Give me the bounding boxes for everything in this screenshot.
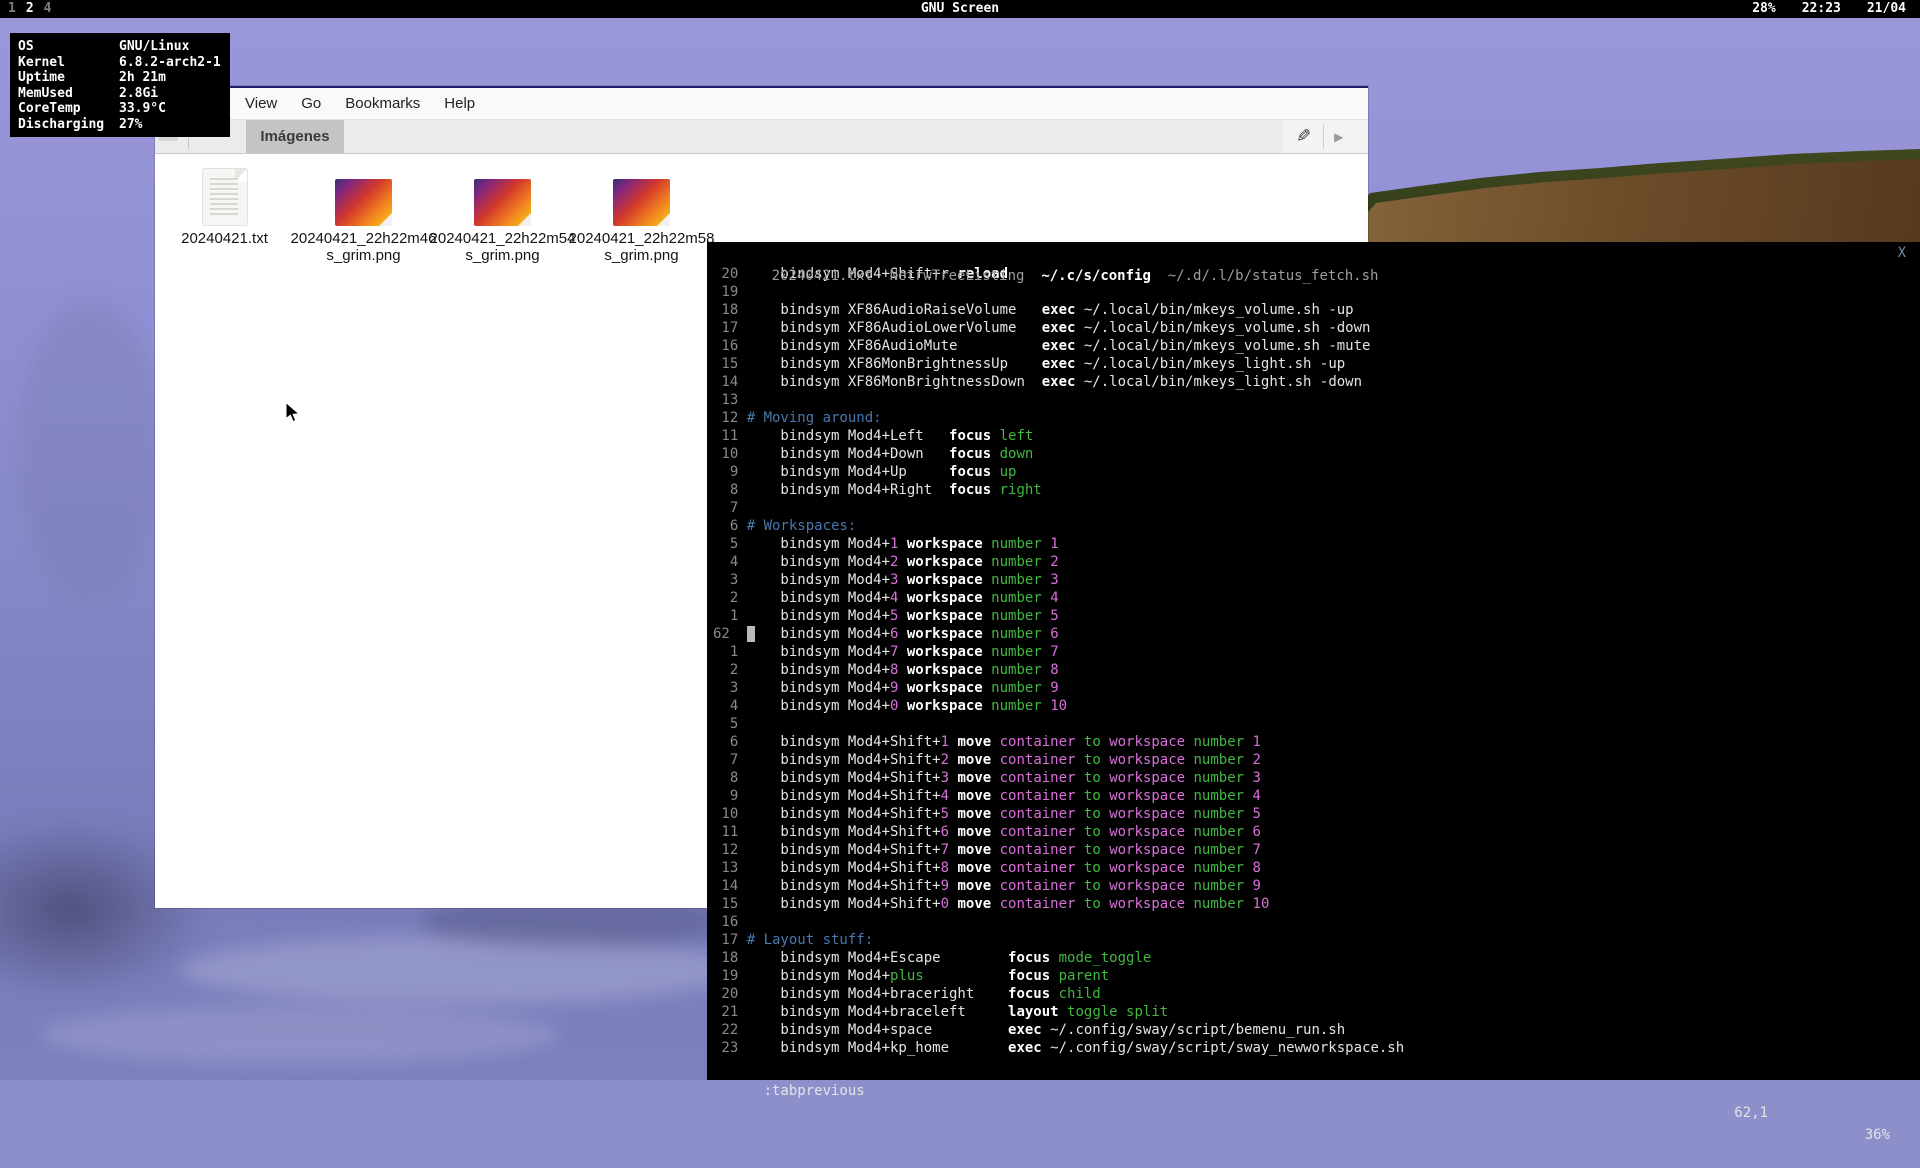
text-file-icon [202,166,248,226]
battery-percent: 28% [1752,0,1775,18]
cursor-position: 62,1 [1734,1102,1768,1124]
image-thumbnail-icon [474,166,531,226]
menu-item-view[interactable]: View [233,91,289,116]
tab-imagenes[interactable]: Imágenes [246,120,344,153]
terminal-line: 17 bindsym XF86AudioLowerVolume exec ~/.… [713,319,1920,337]
editor-buffer[interactable]: 20 bindsym Mod4+Shift+r reload 19 18 bin… [707,265,1920,1057]
terminal-line: 22 bindsym Mod4+space exec ~/.config/swa… [713,1021,1920,1039]
image-thumbnail-icon [335,166,392,226]
vim-last-command: :tabprevious [764,1083,865,1099]
file-name: 20240421_22h22m58s_grim.png [569,230,715,264]
terminal-line: 4 bindsym Mod4+0 workspace number 10 [713,697,1920,715]
terminal-line: 18 bindsym XF86AudioRaiseVolume exec ~/.… [713,301,1920,319]
file-name: 20240421_22h22m54s_grim.png [430,230,576,264]
menu-item-help[interactable]: Help [432,91,487,116]
menu-item-bookmarks[interactable]: Bookmarks [333,91,432,116]
vim-tabline: 20240421.txt NetrwTreeListing ~/.c/s/con… [707,242,1920,265]
terminal-line: 6 # Workspaces: [713,517,1920,535]
terminal-line: 4 bindsym Mod4+2 workspace number 2 [713,553,1920,571]
terminal-line: 5 bindsym Mod4+1 workspace number 1 [713,535,1920,553]
scroll-percent: 36% [1865,1124,1890,1146]
status-right: 28% 22:23 21/04 [1752,0,1920,18]
terminal-line: 16 [713,913,1920,931]
terminal-line: 14 bindsym XF86MonBrightnessDown exec ~/… [713,373,1920,391]
terminal-line: 12 # Moving around: [713,409,1920,427]
vim-tab-close-button[interactable]: X [1898,242,1906,265]
vim-tab[interactable]: NetrwTreeListing [890,268,1025,284]
sysinfo-row: MemUsed2.8Gi [10,86,230,102]
terminal-line: 1 bindsym Mod4+5 workspace number 5 [713,607,1920,625]
terminal-line: 15 bindsym Mod4+Shift+0 move container t… [713,895,1920,913]
terminal-line: 9 bindsym Mod4+Up focus up [713,463,1920,481]
sysinfo-row: Kernel6.8.2-arch2-1 [10,55,230,71]
terminal-line: 3 bindsym Mod4+3 workspace number 3 [713,571,1920,589]
terminal-line: 21 bindsym Mod4+braceleft layout toggle … [713,1003,1920,1021]
vim-tab[interactable]: 20240421.txt [772,268,873,284]
terminal-line: 8 bindsym Mod4+Right focus right [713,481,1920,499]
file-item[interactable]: 20240421_22h22m58s_grim.png [572,166,711,264]
wallpaper-water-streak [20,300,160,600]
file-name: 20240421_22h22m46s_grim.png [291,230,437,264]
terminal-line: 16 bindsym XF86AudioMute exec ~/.local/b… [713,337,1920,355]
terminal-line: 15 bindsym XF86MonBrightnessUp exec ~/.l… [713,355,1920,373]
wallpaper-water-streak [40,1005,560,1065]
terminal-line: 7 [713,499,1920,517]
tab-scroll-right-icon[interactable]: ▶ [1334,130,1343,144]
screen-status-bar: 124 GNU Screen 28% 22:23 21/04 [0,0,1920,18]
terminal-line: 23 bindsym Mod4+kp_home exec ~/.config/s… [713,1039,1920,1057]
terminal-line: 14 bindsym Mod4+Shift+9 move container t… [713,877,1920,895]
terminal-line: 10 bindsym Mod4+Shift+5 move container t… [713,805,1920,823]
file-name: 20240421.txt [181,230,268,247]
edit-path-icon[interactable]: ✎ [1296,126,1311,147]
menu-item-go[interactable]: Go [289,91,333,116]
terminal-window[interactable]: 20240421.txt NetrwTreeListing ~/.c/s/con… [707,242,1920,1080]
terminal-line: 62 bindsym Mod4+6 workspace number 6 [713,625,1920,643]
terminal-line: 8 bindsym Mod4+Shift+3 move container to… [713,769,1920,787]
terminal-line: 13 [713,391,1920,409]
terminal-line: 2 bindsym Mod4+4 workspace number 4 [713,589,1920,607]
vim-command-line: :tabprevious 62,1 36% [707,1058,1920,1080]
file-item[interactable]: 20240421.txt [155,166,294,264]
image-thumbnail-icon [613,166,670,226]
vim-tab[interactable]: ~/.d/.l/b/status_fetch.sh [1168,268,1379,284]
terminal-line: 11 bindsym Mod4+Left focus left [713,427,1920,445]
terminal-line: 1 bindsym Mod4+7 workspace number 7 [713,643,1920,661]
terminal-line: 20 bindsym Mod4+braceright focus child [713,985,1920,1003]
terminal-line: 12 bindsym Mod4+Shift+7 move container t… [713,841,1920,859]
tabbar-right-controls: ✎ ▶ [1282,120,1368,153]
vim-tab-active[interactable]: ~/.c/s/config [1041,268,1151,284]
mouse-cursor [285,402,301,424]
file-manager-menubar: ViewGoBookmarksHelp [155,88,1368,120]
file-manager-tabbar: Imágenes ✎ ▶ [155,120,1368,154]
file-item[interactable]: 20240421_22h22m54s_grim.png [433,166,572,264]
terminal-line: 11 bindsym Mod4+Shift+6 move container t… [713,823,1920,841]
file-item[interactable]: 20240421_22h22m46s_grim.png [294,166,433,264]
clock: 22:23 [1802,0,1841,18]
terminal-line: 17 # Layout stuff: [713,931,1920,949]
system-info-overlay: OSGNU/LinuxKernel6.8.2-arch2-1Uptime2h 2… [10,33,230,137]
terminal-line: 3 bindsym Mod4+9 workspace number 9 [713,679,1920,697]
sysinfo-row: Uptime2h 21m [10,70,230,86]
screen-title: GNU Screen [0,0,1920,18]
terminal-line: 18 bindsym Mod4+Escape focus mode_toggle [713,949,1920,967]
sysinfo-row: CoreTemp33.9°C [10,101,230,117]
tabbar-divider [1323,125,1324,149]
terminal-line: 19 bindsym Mod4+plus focus parent [713,967,1920,985]
terminal-line: 9 bindsym Mod4+Shift+4 move container to… [713,787,1920,805]
terminal-line: 13 bindsym Mod4+Shift+8 move container t… [713,859,1920,877]
terminal-line: 2 bindsym Mod4+8 workspace number 8 [713,661,1920,679]
sysinfo-row: OSGNU/Linux [10,39,230,55]
sysinfo-row: Discharging27% [10,117,230,133]
terminal-line: 5 [713,715,1920,733]
terminal-line: 10 bindsym Mod4+Down focus down [713,445,1920,463]
wallpaper-water-streak [180,935,740,1005]
date: 21/04 [1867,0,1906,18]
terminal-line: 6 bindsym Mod4+Shift+1 move container to… [713,733,1920,751]
terminal-line: 7 bindsym Mod4+Shift+2 move container to… [713,751,1920,769]
